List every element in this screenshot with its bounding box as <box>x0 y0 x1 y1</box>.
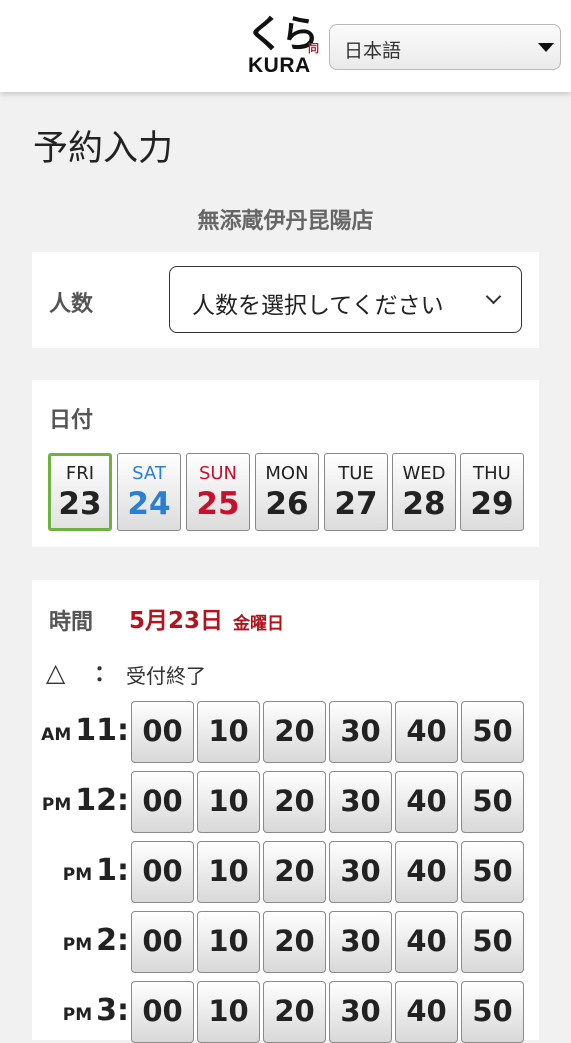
selected-date: 5月23日 <box>129 608 224 634</box>
hour-row: PM 12: 00 10 20 30 40 50 <box>32 771 539 833</box>
time-card: 時間 5月23日 金曜日 △ ： 受付終了 AM 11: 00 10 20 30 40 50 P… <box>32 580 539 1043</box>
hour-label: PM 3: <box>63 993 129 1028</box>
legend-colon: ： <box>94 662 117 687</box>
time-slot-button[interactable]: 50 <box>461 911 524 973</box>
day-dow: FRI <box>65 463 95 484</box>
day-mon[interactable]: MON 26 <box>255 453 319 531</box>
top-header: くら 同 KURA 日本語 <box>0 0 571 92</box>
hour-value: 11: <box>75 713 129 748</box>
day-dow: SUN <box>198 463 238 484</box>
day-dow: TUE <box>338 463 374 484</box>
date-label: 日付 <box>49 408 94 433</box>
time-slot-button[interactable]: 00 <box>131 841 194 903</box>
time-slot-button[interactable]: 10 <box>197 841 260 903</box>
day-wed[interactable]: WED 28 <box>392 453 456 531</box>
time-label: 時間 <box>49 610 94 635</box>
time-slot-button[interactable]: 40 <box>395 911 458 973</box>
store-name: 無添蔵伊丹昆陽店 <box>197 209 374 234</box>
day-tue[interactable]: TUE 27 <box>324 453 388 531</box>
kura-logo[interactable]: くら 同 KURA <box>244 14 326 78</box>
time-slot-button[interactable]: 20 <box>263 981 326 1043</box>
caret-down-icon <box>538 43 554 52</box>
ampm-label: PM <box>62 935 93 955</box>
day-sun[interactable]: SUN 25 <box>186 453 250 531</box>
ampm-label: PM <box>62 865 93 885</box>
day-num: 23 <box>58 486 102 522</box>
day-num: 25 <box>196 486 240 522</box>
chevron-down-icon <box>485 288 502 305</box>
day-num: 26 <box>265 486 309 522</box>
time-slot-button[interactable]: 40 <box>395 771 458 833</box>
ampm-label: AM <box>41 725 72 745</box>
hour-label: PM 1: <box>63 853 129 888</box>
time-slot-button[interactable]: 10 <box>197 981 260 1043</box>
time-slot-button[interactable]: 50 <box>461 841 524 903</box>
hour-value: 12: <box>75 783 129 818</box>
legend-text: 受付終了 <box>126 664 206 688</box>
time-slot-button[interactable]: 00 <box>131 771 194 833</box>
people-card: 人数 人数を選択してください <box>32 252 539 348</box>
ampm-label: PM <box>41 795 72 815</box>
day-fri[interactable]: FRI 23 <box>48 453 112 531</box>
time-slot-button[interactable]: 20 <box>263 841 326 903</box>
day-dow: WED <box>402 463 446 484</box>
time-slot-button[interactable]: 20 <box>263 771 326 833</box>
hour-row: AM 11: 00 10 20 30 40 50 <box>32 701 539 763</box>
time-slot-button[interactable]: 30 <box>329 771 392 833</box>
time-slot-button[interactable]: 00 <box>131 701 194 763</box>
language-select[interactable]: 日本語 <box>329 24 561 70</box>
time-slot-button[interactable]: 10 <box>197 771 260 833</box>
day-num: 29 <box>470 486 514 522</box>
time-slot-button[interactable]: 50 <box>461 771 524 833</box>
time-slot-button[interactable]: 10 <box>197 701 260 763</box>
time-slot-button[interactable]: 00 <box>131 911 194 973</box>
hour-value: 1: <box>96 853 129 888</box>
day-num: 27 <box>334 486 378 522</box>
people-placeholder: 人数を選択してください <box>192 293 444 319</box>
logo-latin: KURA <box>248 54 311 77</box>
time-slot-button[interactable]: 40 <box>395 981 458 1043</box>
day-num: 28 <box>402 486 446 522</box>
language-value: 日本語 <box>344 40 402 62</box>
selected-dow: 金曜日 <box>233 614 284 634</box>
page-title: 予約入力 <box>33 129 174 169</box>
time-slot-button[interactable]: 00 <box>131 981 194 1043</box>
time-slot-button[interactable]: 20 <box>263 911 326 973</box>
day-dow: SAT <box>132 463 166 484</box>
time-slot-button[interactable]: 30 <box>329 911 392 973</box>
hour-row: PM 2: 00 10 20 30 40 50 <box>32 911 539 973</box>
day-sat[interactable]: SAT 24 <box>117 453 181 531</box>
day-thu[interactable]: THU 29 <box>460 453 524 531</box>
time-slot-button[interactable]: 50 <box>461 701 524 763</box>
day-dow: MON <box>265 463 309 484</box>
time-slot-button[interactable]: 30 <box>329 701 392 763</box>
hour-row: PM 1: 00 10 20 30 40 50 <box>32 841 539 903</box>
people-select[interactable]: 人数を選択してください <box>169 266 522 333</box>
date-card: 日付 FRI 23 SAT 24 SUN 25 MON 26 TUE 27 WE… <box>32 380 539 547</box>
hour-label: PM 2: <box>63 923 129 958</box>
time-slot-button[interactable]: 20 <box>263 701 326 763</box>
day-num: 24 <box>127 486 171 522</box>
time-slot-button[interactable]: 50 <box>461 981 524 1043</box>
time-slot-button[interactable]: 30 <box>329 981 392 1043</box>
hour-value: 3: <box>96 993 129 1028</box>
time-slot-button[interactable]: 30 <box>329 841 392 903</box>
time-slot-button[interactable]: 40 <box>395 701 458 763</box>
triangle-icon: △ <box>46 658 66 687</box>
day-dow: THU <box>473 463 511 484</box>
hour-label: PM 12: <box>42 783 129 818</box>
ampm-label: PM <box>62 1005 93 1025</box>
time-slot-button[interactable]: 40 <box>395 841 458 903</box>
time-slot-button[interactable]: 10 <box>197 911 260 973</box>
hour-value: 2: <box>96 923 129 958</box>
people-label: 人数 <box>49 292 94 317</box>
logo-kana: くら <box>246 12 319 56</box>
hour-row: PM 3: 00 10 20 30 40 50 <box>32 981 539 1043</box>
hour-label: AM 11: <box>41 713 129 748</box>
